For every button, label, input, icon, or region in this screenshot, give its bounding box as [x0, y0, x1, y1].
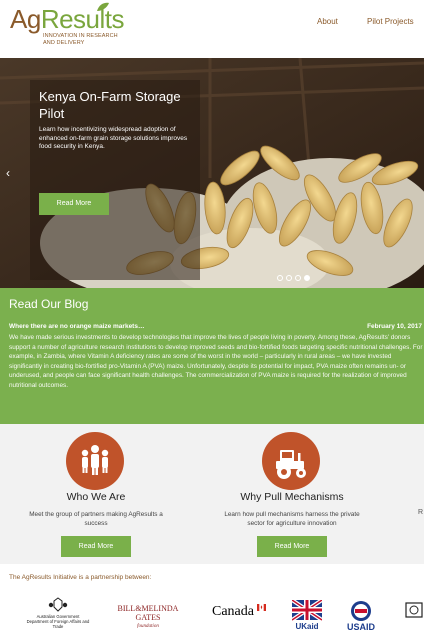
pull-mechanisms-read-more-button[interactable]: Read More	[257, 536, 327, 557]
partners-label: The AgResults Initiative is a partnershi…	[9, 574, 152, 581]
carousel-prev-arrow-icon[interactable]: ‹	[6, 166, 10, 180]
usaid-seal-icon	[351, 601, 371, 621]
logo-tagline: INNOVATION IN RESEARCH AND DELIVERY	[43, 33, 118, 46]
people-group-icon[interactable]	[66, 432, 124, 490]
australia-logo-text: Australian Government Department of Fore…	[26, 614, 90, 629]
leaf-icon	[97, 2, 109, 11]
canada-logo[interactable]: Canada	[212, 604, 267, 620]
blog-post-date: February 10, 2017	[367, 323, 422, 330]
hero-carousel: Kenya On-Farm Storage Pilot Learn how in…	[0, 58, 424, 288]
hero-title: Kenya On-Farm Storage Pilot	[39, 89, 181, 121]
canada-logo-text: Canada	[212, 604, 254, 619]
feature-who-we-are: Who We Are Meet the group of partners ma…	[6, 424, 186, 564]
ukaid-logo[interactable]: UKaid	[290, 598, 324, 631]
blog-post-excerpt: We have made serious investments to deve…	[9, 334, 423, 389]
carousel-dot[interactable]	[277, 275, 283, 281]
gates-logo-sub: foundation	[137, 624, 159, 629]
features-section: Who We Are Meet the group of partners ma…	[0, 424, 424, 564]
union-jack-icon	[290, 598, 324, 622]
feature-cutoff-text: R	[418, 509, 424, 516]
nav-pilot-projects[interactable]: Pilot Projects	[367, 17, 414, 26]
nav-about[interactable]: About	[317, 17, 338, 26]
carousel-indicators	[277, 275, 310, 281]
tractor-icon[interactable]	[262, 432, 320, 490]
blog-post-title[interactable]: Where there are no orange maize markets…	[9, 323, 144, 330]
agresults-logo[interactable]: AgResults INNOVATION IN RESEARCH AND DEL…	[10, 2, 135, 50]
partner-logo-cutoff[interactable]	[404, 602, 424, 618]
carousel-dot[interactable]	[295, 275, 301, 281]
ukaid-logo-text: UKaid	[295, 622, 319, 631]
feature-title: Who We Are	[66, 491, 126, 503]
feature-description: Learn how pull mechanisms harness the pr…	[224, 511, 360, 527]
coat-of-arms-icon	[48, 597, 68, 612]
partner-emblem-icon	[405, 602, 423, 618]
feature-title: Why Pull Mechanisms	[240, 491, 344, 503]
usaid-logo[interactable]: USAID	[341, 600, 381, 632]
who-we-are-read-more-button[interactable]: Read More	[61, 536, 131, 557]
site-header: AgResults INNOVATION IN RESEARCH AND DEL…	[0, 0, 424, 58]
gates-foundation-logo[interactable]: BILL&MELINDA GATES foundation	[113, 604, 183, 631]
australian-government-logo[interactable]: Australian Government Department of Fore…	[22, 597, 94, 629]
blog-section: Read Our Blog Where there are no orange …	[0, 288, 424, 424]
canada-flag-icon	[257, 604, 267, 611]
feature-description: Meet the group of partners making AgResu…	[29, 511, 163, 527]
hero-description: Learn how incentivizing widespread adopt…	[39, 126, 188, 150]
feature-why-pull-mechanisms: Why Pull Mechanisms Learn how pull mecha…	[202, 424, 382, 564]
blog-heading: Read Our Blog	[9, 297, 89, 311]
gates-logo-text: BILL&MELINDA GATES	[117, 604, 179, 622]
usaid-logo-text: USAID	[346, 622, 375, 632]
carousel-dot[interactable]	[286, 275, 292, 281]
hero-read-more-button[interactable]: Read More	[39, 193, 109, 215]
carousel-dot-active[interactable]	[304, 275, 310, 281]
partners-section: The AgResults Initiative is a partnershi…	[0, 564, 424, 642]
